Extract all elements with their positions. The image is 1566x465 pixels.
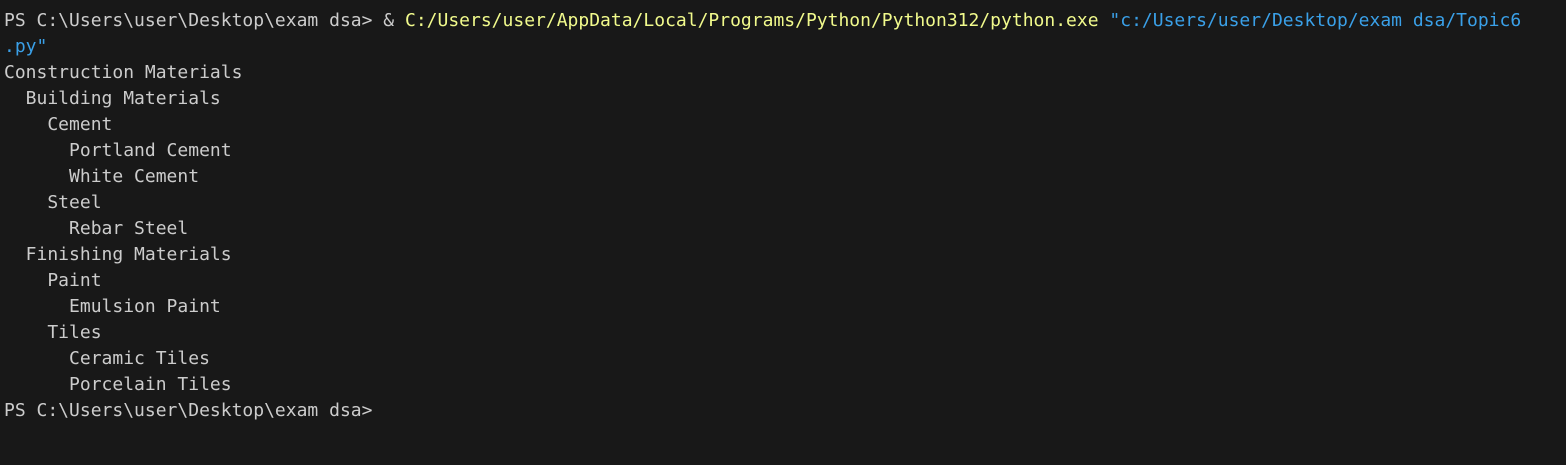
terminal-window[interactable]: PS C:\Users\user\Desktop\exam dsa> & C:/… [0,0,1566,465]
terminal-scrollbar[interactable] [1552,0,1566,465]
final-prompt-text: PS C:\Users\user\Desktop\exam dsa> [4,400,373,421]
output-line: Emulsion Paint [4,296,221,317]
output-line: Portland Cement [4,140,232,161]
command-line: PS C:\Users\user\Desktop\exam dsa> & C:/… [4,8,1566,34]
output-line: Rebar Steel [4,218,189,239]
prompt-text: PS C:\Users\user\Desktop\exam dsa> [4,10,384,31]
final-prompt-line[interactable]: PS C:\Users\user\Desktop\exam dsa> [4,398,1566,424]
python-executable-path: C:/Users/user/AppData/Local/Programs/Pyt… [404,10,1099,31]
output-line: Cement [4,114,113,135]
output-line: Building Materials [4,88,221,109]
output-line: Paint [4,270,102,291]
output-line: Ceramic Tiles [4,348,210,369]
output-line: Steel [4,192,102,213]
output-line: White Cement [4,166,200,187]
script-path-argument-continued: .py" [4,36,48,57]
command-line-wrap: .py" [4,34,1566,60]
script-path-argument: "c:/Users/user/Desktop/exam dsa/Topic6 [1109,10,1522,31]
call-operator: & [383,10,405,31]
output-line: Porcelain Tiles [4,374,232,395]
arg-space [1099,10,1110,31]
output-line: Construction Materials [4,62,243,83]
output-line: Finishing Materials [4,244,232,265]
scrollbar-thumb[interactable] [1552,0,1566,465]
output-line: Tiles [4,322,102,343]
